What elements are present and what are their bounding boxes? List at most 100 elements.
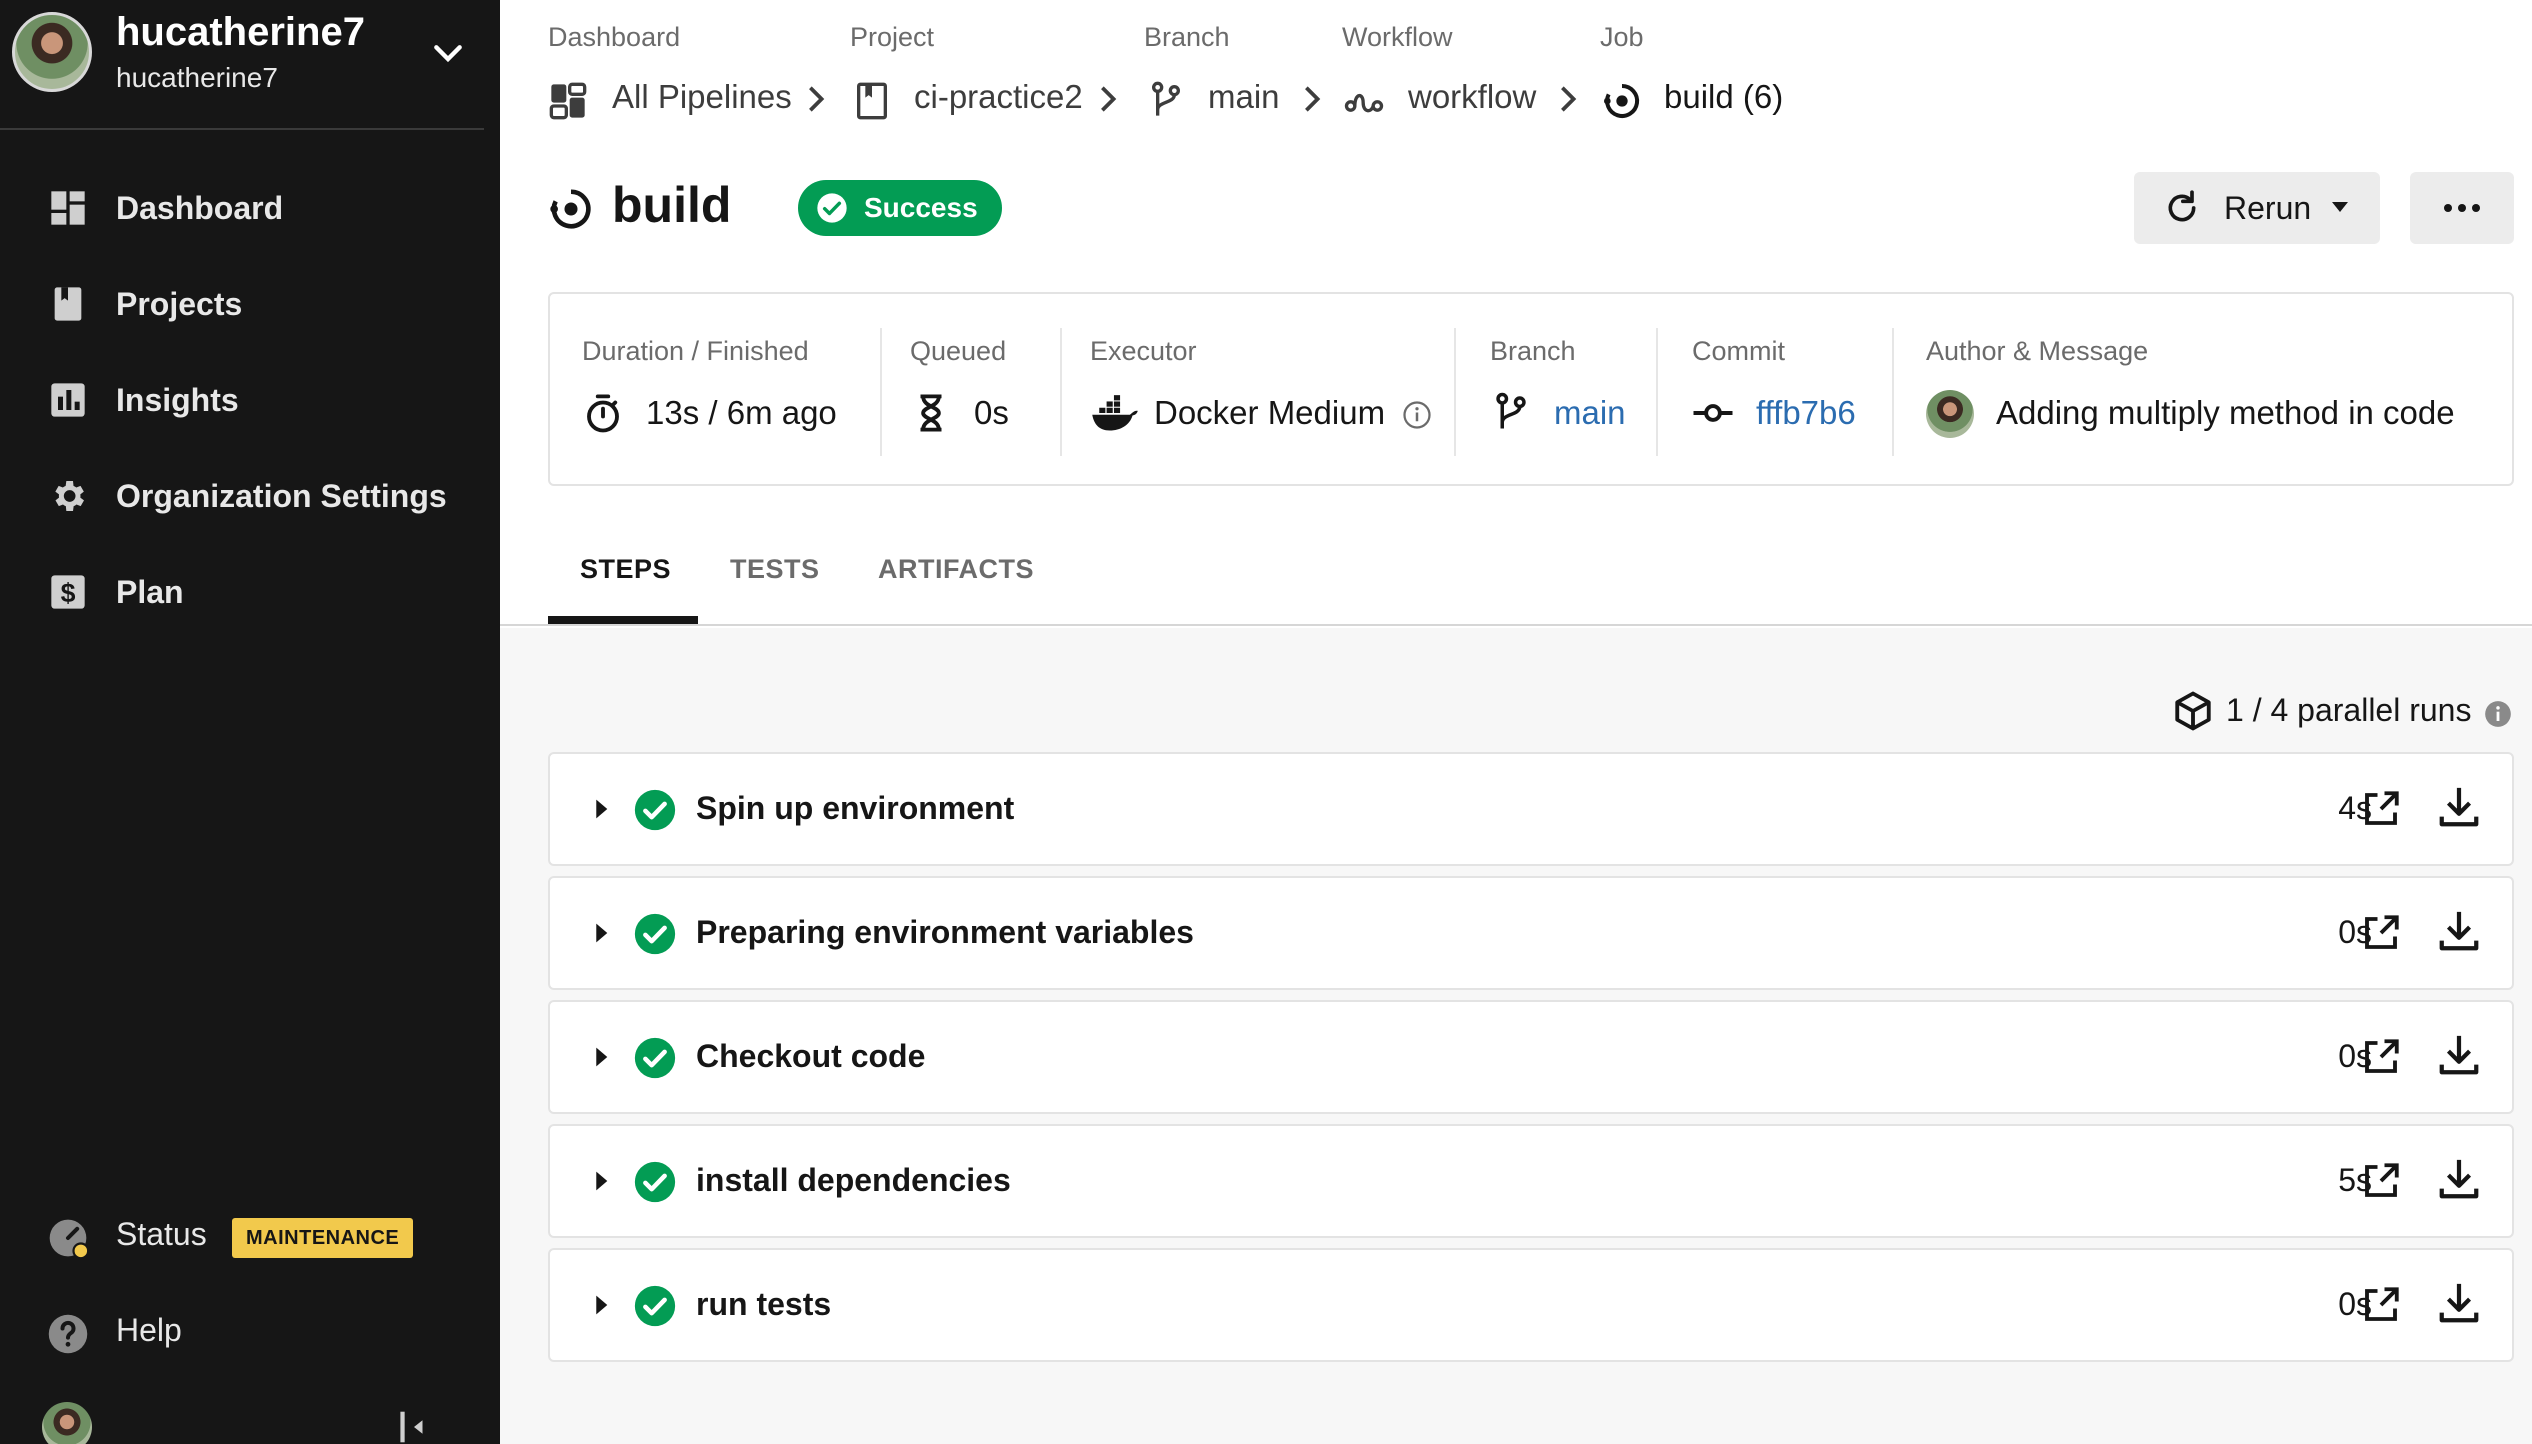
breadcrumb-job: build (6)	[1664, 78, 1784, 115]
status-badge-label: Success	[864, 192, 978, 223]
open-external-icon[interactable]	[2360, 1036, 2402, 1078]
check-circle-icon	[634, 789, 676, 831]
avatar[interactable]	[42, 1402, 92, 1444]
step-duration: 0s	[2338, 1286, 2372, 1322]
download-icon[interactable]	[2436, 1032, 2482, 1078]
download-icon[interactable]	[2436, 908, 2482, 954]
help-label: Help	[116, 1312, 182, 1348]
gear-icon	[55, 481, 84, 511]
avatar	[1926, 390, 1974, 438]
executor-label: Executor	[1090, 336, 1197, 366]
workflow-icon	[1344, 93, 1384, 113]
step-duration: 0s	[2338, 1038, 2372, 1074]
sidebar-item-projects[interactable]: Projects	[0, 264, 500, 344]
divider	[880, 328, 882, 456]
tab-artifacts[interactable]: ARTIFACTS	[878, 554, 1034, 585]
executor-value: Docker Medium	[1154, 394, 1386, 431]
download-icon[interactable]	[2436, 784, 2482, 830]
collapse-sidebar-icon[interactable]	[396, 1410, 432, 1444]
step-duration: 5s	[2338, 1162, 2372, 1198]
sidebar-item-label: Organization Settings	[116, 477, 447, 514]
commit-message: Adding multiply method in code	[1996, 394, 2455, 431]
breadcrumb-all-pipelines[interactable]: All Pipelines	[612, 78, 792, 116]
open-external-icon[interactable]	[2360, 1284, 2402, 1326]
breadcrumb-label: Workflow	[1342, 22, 1453, 52]
sidebar-item-insights[interactable]: Insights	[0, 360, 500, 440]
insights-icon	[51, 383, 85, 417]
breadcrumb-label: Dashboard	[548, 22, 681, 52]
check-circle-icon	[634, 1285, 676, 1327]
divider	[1892, 328, 1894, 456]
projects-icon	[54, 287, 82, 321]
sidebar-item-plan[interactable]: $ Plan	[0, 552, 500, 632]
chevron-right-icon	[1305, 86, 1321, 112]
chevron-right-icon	[809, 86, 825, 112]
duration-label: Duration / Finished	[582, 336, 809, 366]
sidebar-item-help[interactable]: Help	[0, 1292, 500, 1372]
user-name: hucatherine7	[116, 10, 365, 54]
check-circle-icon	[634, 913, 676, 955]
branch-link[interactable]: main	[1554, 394, 1626, 432]
tab-steps[interactable]: STEPS	[580, 554, 671, 585]
step-row[interactable]: Spin up environment 4s	[548, 752, 2514, 866]
commit-label: Commit	[1692, 336, 1785, 366]
sidebar-item-status[interactable]: Status MAINTENANCE	[0, 1196, 500, 1276]
cube-icon	[2175, 691, 2211, 731]
rerun-label: Rerun	[2224, 190, 2312, 226]
open-external-icon[interactable]	[2360, 912, 2402, 954]
hourglass-icon	[920, 394, 942, 432]
step-duration: 4s	[2338, 790, 2372, 826]
status-label: Status	[116, 1216, 207, 1252]
queued-label: Queued	[910, 336, 1007, 366]
sidebar-item-dashboard[interactable]: Dashboard	[0, 168, 500, 248]
check-circle-icon	[634, 1037, 676, 1079]
breadcrumb-label: Job	[1600, 22, 1644, 52]
step-duration: 0s	[2338, 914, 2372, 950]
rerun-button[interactable]: Rerun	[2134, 172, 2380, 244]
breadcrumb-project[interactable]: ci-practice2	[914, 78, 1083, 116]
tab-tests[interactable]: TESTS	[730, 554, 820, 585]
step-row[interactable]: Preparing environment variables 0s	[548, 876, 2514, 990]
step-row[interactable]: run tests 0s	[548, 1248, 2514, 1362]
chevron-down-icon[interactable]	[428, 34, 468, 74]
breadcrumb-branch[interactable]: main	[1208, 78, 1280, 116]
step-name: Spin up environment	[696, 790, 1015, 826]
open-external-icon[interactable]	[2360, 788, 2402, 830]
caret-right-icon	[596, 1295, 608, 1315]
pipelines-icon	[549, 82, 587, 120]
check-circle-icon	[634, 1161, 676, 1203]
breadcrumb-workflow[interactable]: workflow	[1408, 78, 1536, 116]
info-icon[interactable]	[1402, 400, 1432, 430]
job-icon	[1604, 83, 1640, 118]
breadcrumb-label: Branch	[1144, 22, 1230, 52]
step-name: run tests	[696, 1286, 832, 1322]
step-name: install dependencies	[696, 1162, 1011, 1198]
project-book-icon	[857, 82, 887, 120]
page-title: build	[612, 177, 732, 233]
more-options-button[interactable]	[2410, 172, 2514, 244]
info-icon[interactable]	[2484, 700, 2512, 728]
divider	[0, 128, 484, 130]
download-icon[interactable]	[2436, 1156, 2482, 1202]
divider	[1060, 328, 1062, 456]
caret-right-icon	[596, 1047, 608, 1067]
more-dots-icon	[2444, 204, 2480, 212]
caret-right-icon	[596, 1171, 608, 1191]
divider	[1656, 328, 1658, 456]
job-details-card: Duration / Finished 13s / 6m ago Queued …	[548, 292, 2514, 486]
chevron-right-icon	[1101, 86, 1117, 112]
user-switcher[interactable]: hucatherine7 hucatherine7	[0, 0, 500, 128]
duration-value: 13s / 6m ago	[646, 394, 837, 431]
check-circle-icon	[817, 193, 847, 223]
caret-right-icon	[596, 799, 608, 819]
step-row[interactable]: install dependencies 5s	[548, 1124, 2514, 1238]
step-row[interactable]: Checkout code 0s	[548, 1000, 2514, 1114]
help-icon	[48, 1314, 88, 1354]
download-icon[interactable]	[2436, 1280, 2482, 1326]
commit-link[interactable]: fffb7b6	[1756, 394, 1856, 432]
open-external-icon[interactable]	[2360, 1160, 2402, 1202]
sidebar-item-organization-settings[interactable]: Organization Settings	[0, 456, 500, 536]
caret-down-icon	[2332, 202, 2348, 212]
commit-icon	[1693, 404, 1733, 422]
dollar-icon: $	[51, 575, 85, 609]
